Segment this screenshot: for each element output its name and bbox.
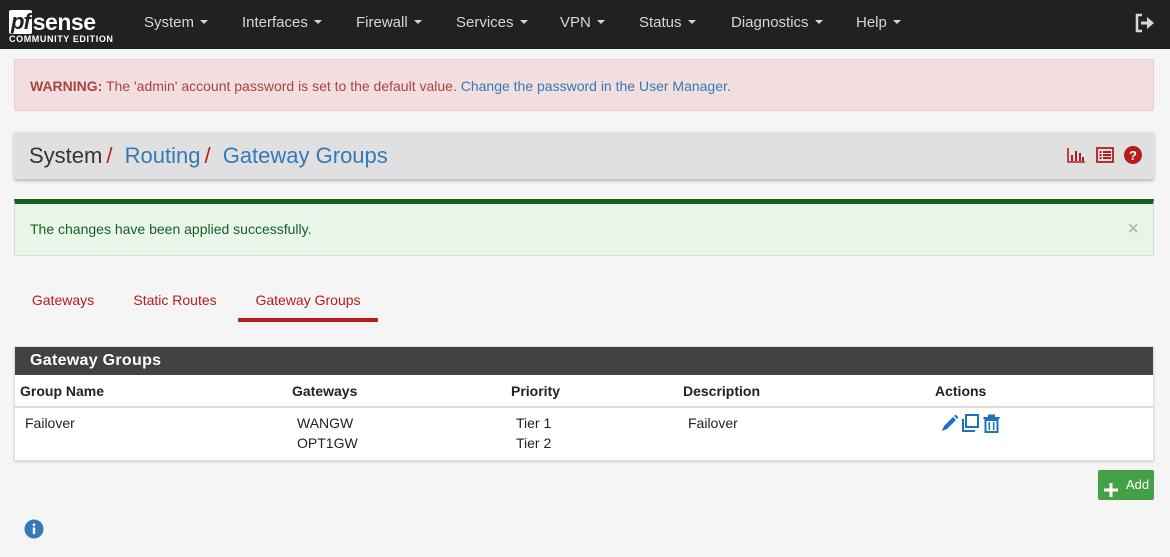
caret-down-icon xyxy=(200,20,209,25)
svg-text:?: ? xyxy=(1129,148,1137,163)
column-header-description: Description xyxy=(683,383,761,399)
edition-label: COMMUNITY EDITION xyxy=(9,34,114,44)
top-navbar: pf sense COMMUNITY EDITION System Interf… xyxy=(0,0,1170,49)
warning-text: The 'admin' account password is set to t… xyxy=(102,78,461,94)
nav-system[interactable]: System xyxy=(144,0,209,46)
caret-down-icon xyxy=(596,20,605,25)
copy-icon[interactable] xyxy=(961,414,980,436)
breadcrumb-system: System xyxy=(29,143,103,168)
page-header: System / Routing / Gateway Groups ? xyxy=(14,132,1154,179)
bar-chart-icon[interactable] xyxy=(1067,147,1086,166)
nav-help[interactable]: Help xyxy=(856,0,901,46)
nav-services[interactable]: Services xyxy=(456,0,528,46)
nav-label: Status xyxy=(639,14,682,31)
caret-down-icon xyxy=(814,20,823,25)
cell-description: Failover xyxy=(688,415,738,431)
nav-label: Firewall xyxy=(356,14,408,31)
sign-out-icon[interactable] xyxy=(1134,13,1156,33)
caret-down-icon xyxy=(313,20,322,25)
breadcrumb-routing[interactable]: Routing xyxy=(125,143,201,168)
breadcrumb-separator: / xyxy=(204,143,211,168)
breadcrumb-gateway-groups[interactable]: Gateway Groups xyxy=(223,143,388,168)
breadcrumb-separator: / xyxy=(106,143,113,168)
column-header-group-name: Group Name xyxy=(20,383,105,399)
column-header-priority: Priority xyxy=(511,383,561,399)
edit-icon[interactable] xyxy=(940,414,959,436)
nav-firewall[interactable]: Firewall xyxy=(356,0,422,46)
pfsense-logo[interactable]: pf sense COMMUNITY EDITION xyxy=(9,4,119,46)
cell-priority: Tier 2 xyxy=(516,435,552,451)
logo-sense: sense xyxy=(32,9,96,35)
add-button-label: Add xyxy=(1126,477,1150,492)
success-message: The changes have been applied successful… xyxy=(30,221,312,237)
nav-vpn[interactable]: VPN xyxy=(560,0,605,46)
column-header-actions: Actions xyxy=(935,383,987,399)
admin-password-warning: WARNING: The 'admin' account password is… xyxy=(14,59,1154,111)
tab-static-routes[interactable]: Static Routes xyxy=(118,282,232,322)
caret-down-icon xyxy=(687,20,696,25)
logo-pf: pf xyxy=(9,9,32,34)
panel-title: Gateway Groups xyxy=(15,347,1153,375)
warning-prefix: WARNING: xyxy=(30,78,103,94)
cell-gateway: WANGW xyxy=(297,415,354,431)
nav-label: System xyxy=(144,14,195,31)
nav-label: Interfaces xyxy=(242,14,308,31)
change-password-link[interactable]: Change the password in the User Manager. xyxy=(461,78,731,94)
caret-down-icon xyxy=(892,20,901,25)
nav-label: Services xyxy=(456,14,514,31)
list-icon[interactable] xyxy=(1096,146,1114,166)
cell-priority: Tier 1 xyxy=(516,415,552,431)
nav-diagnostics[interactable]: Diagnostics xyxy=(731,0,823,46)
close-icon[interactable]: × xyxy=(1127,204,1139,255)
header-divider xyxy=(15,406,1153,408)
nav-label: Help xyxy=(856,14,887,31)
nav-interfaces[interactable]: Interfaces xyxy=(242,0,322,46)
add-button[interactable]: Add xyxy=(1098,470,1154,500)
plus-icon xyxy=(1104,478,1118,497)
cell-group-name: Failover xyxy=(25,415,75,431)
nav-label: VPN xyxy=(560,14,591,31)
breadcrumb: System / Routing / Gateway Groups xyxy=(29,132,388,179)
cell-gateway: OPT1GW xyxy=(297,435,358,451)
header-icons: ? xyxy=(1067,145,1142,167)
gateway-groups-panel: Gateway Groups Group Name Gateways Prior… xyxy=(14,346,1154,461)
nav-label: Diagnostics xyxy=(731,14,809,31)
row-actions xyxy=(940,414,1001,436)
column-header-gateways: Gateways xyxy=(292,383,358,399)
changes-applied-alert: The changes have been applied successful… xyxy=(14,199,1154,256)
tab-gateway-groups[interactable]: Gateway Groups xyxy=(238,282,378,322)
tab-gateways[interactable]: Gateways xyxy=(14,282,112,322)
logo-wordmark: pf sense xyxy=(9,4,96,35)
caret-down-icon xyxy=(413,20,422,25)
nav-status[interactable]: Status xyxy=(639,0,696,46)
caret-down-icon xyxy=(519,20,528,25)
info-icon[interactable] xyxy=(24,519,44,539)
help-icon[interactable]: ? xyxy=(1124,145,1142,167)
delete-icon[interactable] xyxy=(982,414,1001,436)
